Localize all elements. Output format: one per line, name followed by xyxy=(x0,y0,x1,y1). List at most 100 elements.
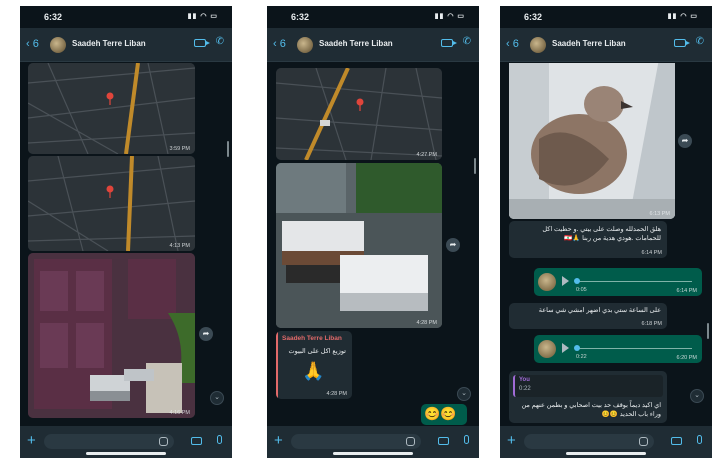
message-emoji: 🙏 xyxy=(302,361,325,381)
reply-message[interactable]: You 0:22 اي اكيد ديماً بوقف حد بيت اصحاب… xyxy=(509,371,667,423)
message-list[interactable]: 6:13 PM هلق الحمدلله وصلت على بيتي .و حط… xyxy=(500,63,712,426)
chevron-down-icon[interactable]: ⌄ xyxy=(457,387,471,401)
chat-header: ‹ 6 Saadeh Terre Liban ✆ xyxy=(20,28,232,62)
microphone-icon[interactable] xyxy=(217,435,222,444)
photo-message[interactable]: 6:13 PM xyxy=(509,63,675,219)
scroll-indicator[interactable] xyxy=(474,158,476,174)
voice-progress-knob[interactable] xyxy=(574,345,580,351)
contact-name[interactable]: Saadeh Terre Liban xyxy=(72,39,146,48)
back-button[interactable]: ‹ 6 xyxy=(506,38,519,50)
voice-message[interactable]: 0:05 6:14 PM xyxy=(534,268,702,296)
forward-icon[interactable]: ➦ xyxy=(199,327,213,341)
phone-icon[interactable]: ✆ xyxy=(216,36,224,47)
chat-header: ‹ 6 Saadeh Terre Liban ✆ xyxy=(500,28,712,62)
video-camera-icon[interactable] xyxy=(194,39,210,47)
microphone-icon[interactable] xyxy=(697,435,702,444)
microphone-icon[interactable] xyxy=(464,435,469,444)
message-time: 4:16 PM xyxy=(169,410,190,416)
message-time: 6:20 PM xyxy=(676,355,697,361)
message-text: اي اكيد ديماً بوقف حد بيت اصحابي و بطمن … xyxy=(521,402,661,418)
message-list[interactable]: 4:27 PM 4:28 PM Saadeh Terre Liban توزيع… xyxy=(267,63,479,426)
status-bar: 6:32 ▮▮ ◠ ▭ xyxy=(20,6,232,28)
home-indicator xyxy=(566,452,646,455)
sticker-icon[interactable] xyxy=(159,437,168,446)
message-text: هلق الحمدلله وصلت على بيتي .و حطيت اكل ل… xyxy=(542,226,661,242)
message-sender: Saadeh Terre Liban xyxy=(282,335,342,342)
photo-message[interactable]: 4:16 PM xyxy=(28,253,195,418)
text-message[interactable]: هلق الحمدلله وصلت على بيتي .و حطيت اكل ل… xyxy=(509,221,667,258)
message-time: 3:59 PM xyxy=(169,146,190,152)
map-thumbnail xyxy=(276,68,442,160)
message-time: 6:13 PM xyxy=(649,211,670,217)
avatar xyxy=(538,340,556,358)
message-input[interactable] xyxy=(44,434,174,449)
phone-icon[interactable]: ✆ xyxy=(696,36,704,47)
camera-icon[interactable] xyxy=(438,437,449,445)
message-composer: + xyxy=(20,426,232,458)
back-button[interactable]: ‹ 6 xyxy=(273,38,286,50)
voice-progress-track[interactable] xyxy=(576,348,692,349)
quoted-message[interactable]: You 0:22 xyxy=(513,375,663,397)
contact-name[interactable]: Saadeh Terre Liban xyxy=(552,39,626,48)
system-icons: ▮▮ ◠ ▭ xyxy=(187,13,218,20)
status-time: 6:32 xyxy=(524,12,543,22)
chevron-down-icon[interactable]: ⌄ xyxy=(210,391,224,405)
forward-icon[interactable]: ➦ xyxy=(678,134,692,148)
voice-duration: 0:22 xyxy=(576,354,587,360)
voice-progress-track[interactable] xyxy=(576,281,692,282)
location-message[interactable]: 4:27 PM xyxy=(276,68,442,160)
phone-screen-1: 6:32 ▮▮ ◠ ▭ ‹ 6 Saadeh Terre Liban ✆ 3:5… xyxy=(20,6,232,458)
message-time: 4:27 PM xyxy=(416,152,437,158)
chevron-down-icon[interactable]: ⌄ xyxy=(690,389,704,403)
avatar[interactable] xyxy=(50,37,66,53)
plus-icon[interactable]: + xyxy=(507,432,516,449)
scroll-indicator[interactable] xyxy=(707,323,709,339)
text-message[interactable]: على الساعة ستي بدي اضهر امشي شي ساعة 6:1… xyxy=(509,303,667,329)
sticker-icon[interactable] xyxy=(639,437,648,446)
scroll-indicator[interactable] xyxy=(227,141,229,157)
camera-icon[interactable] xyxy=(191,437,202,445)
message-time: 4:28 PM xyxy=(416,320,437,326)
sticker-icon[interactable] xyxy=(406,437,415,446)
quote-bar xyxy=(276,331,278,399)
message-composer: + xyxy=(267,426,479,458)
location-message[interactable]: 3:59 PM xyxy=(28,63,195,154)
play-icon[interactable] xyxy=(562,276,569,286)
voice-progress-knob[interactable] xyxy=(574,278,580,284)
video-camera-icon[interactable] xyxy=(441,39,457,47)
message-time: 6:18 PM xyxy=(641,321,662,327)
emoji-message[interactable]: 😊😊 xyxy=(421,404,467,425)
map-thumbnail xyxy=(28,156,195,251)
forward-icon[interactable]: ➦ xyxy=(446,238,460,252)
system-icons: ▮▮ ◠ ▭ xyxy=(434,13,465,20)
status-bar: 6:32 ▮▮ ◠ ▭ xyxy=(500,6,712,28)
message-time: 6:14 PM xyxy=(676,288,697,294)
plus-icon[interactable]: + xyxy=(274,432,283,449)
camera-icon[interactable] xyxy=(671,437,682,445)
phone-icon[interactable]: ✆ xyxy=(463,36,471,47)
avatar[interactable] xyxy=(297,37,313,53)
message-list[interactable]: 3:59 PM 4:13 PM 4:16 PM ➦ ⌄ xyxy=(20,63,232,426)
message-time: 4:28 PM xyxy=(326,391,347,397)
home-indicator xyxy=(86,452,166,455)
photo-message[interactable]: 4:28 PM xyxy=(276,163,442,328)
status-time: 6:32 xyxy=(44,12,63,22)
contact-name[interactable]: Saadeh Terre Liban xyxy=(319,39,393,48)
forwarded-card-message[interactable]: Saadeh Terre Liban توزيع اكل على البيوت … xyxy=(276,331,352,399)
back-count: 6 xyxy=(512,38,519,50)
play-icon[interactable] xyxy=(562,343,569,353)
quoted-author: You xyxy=(519,377,530,383)
system-icons: ▮▮ ◠ ▭ xyxy=(667,13,698,20)
message-text: على الساعة ستي بدي اضهر امشي شي ساعة xyxy=(538,307,661,314)
message-input[interactable] xyxy=(291,434,421,449)
voice-duration: 0:05 xyxy=(576,287,587,293)
location-message[interactable]: 4:13 PM xyxy=(28,156,195,251)
plus-icon[interactable]: + xyxy=(27,432,36,449)
message-input[interactable] xyxy=(524,434,654,449)
avatar[interactable] xyxy=(530,37,546,53)
message-composer: + xyxy=(500,426,712,458)
voice-message[interactable]: 0:22 6:20 PM xyxy=(534,335,702,363)
back-button[interactable]: ‹ 6 xyxy=(26,38,39,50)
video-camera-icon[interactable] xyxy=(674,39,690,47)
chat-header: ‹ 6 Saadeh Terre Liban ✆ xyxy=(267,28,479,62)
